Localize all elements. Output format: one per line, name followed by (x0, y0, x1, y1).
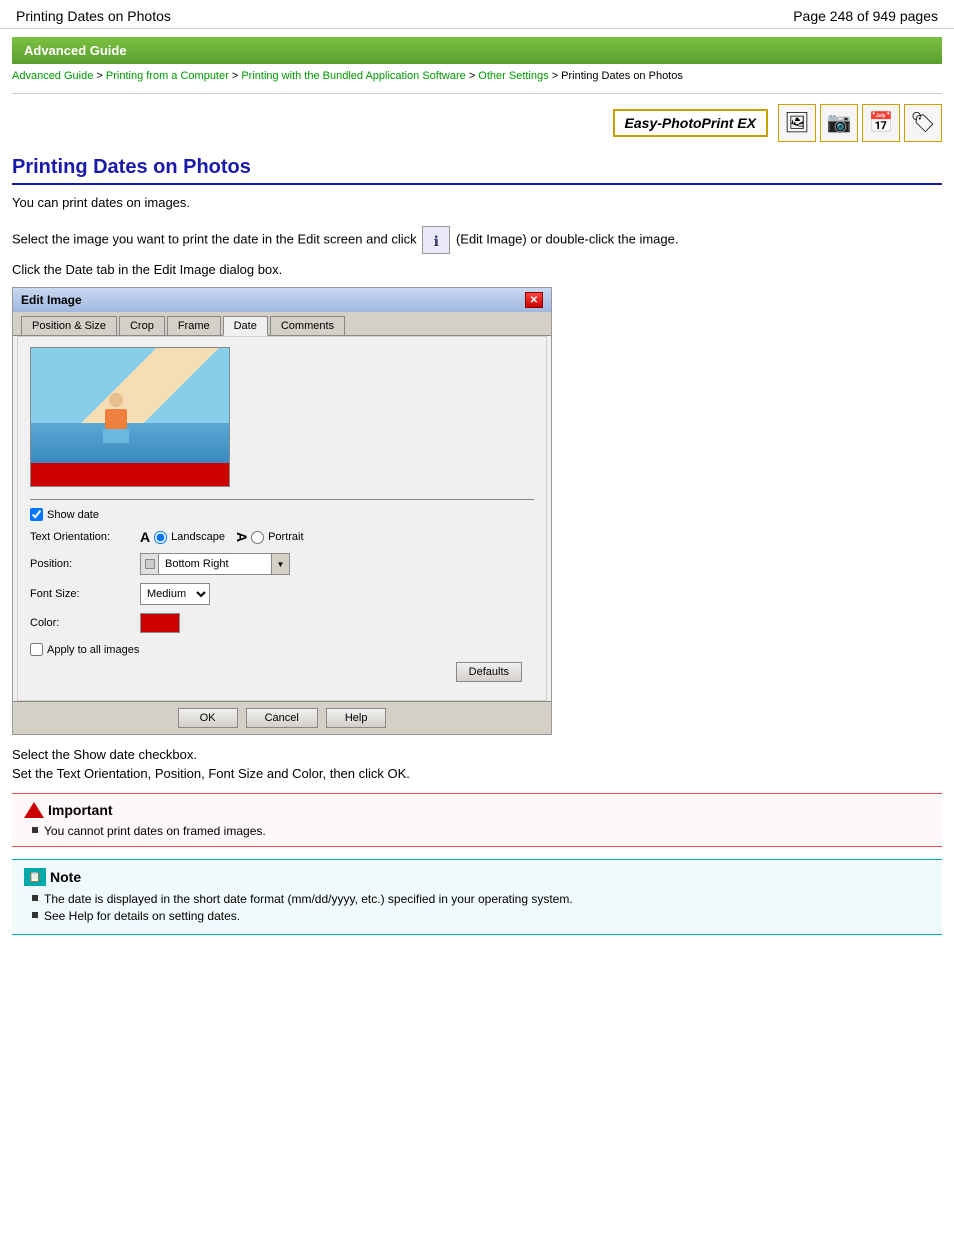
note-item-2: See Help for details on setting dates. (24, 909, 930, 923)
cancel-button[interactable]: Cancel (246, 708, 318, 728)
note-bullet-1 (32, 895, 38, 901)
landscape-radio[interactable] (154, 531, 167, 544)
advanced-guide-banner: Advanced Guide (12, 37, 942, 64)
dialog-tabs: Position & Size Crop Frame Date Comments (13, 312, 551, 336)
edit-image-icon (422, 226, 450, 254)
tab-crop[interactable]: Crop (119, 316, 165, 335)
portrait-label: Portrait (268, 531, 303, 543)
ok-button[interactable]: OK (178, 708, 238, 728)
show-date-row: Show date (30, 508, 534, 521)
note-header: 📋 Note (24, 868, 930, 886)
apply-all-label[interactable]: Apply to all images (47, 644, 139, 656)
dialog-separator (30, 499, 534, 500)
app-name-box: Easy-PhotoPrint EX (613, 109, 768, 137)
tab-comments[interactable]: Comments (270, 316, 345, 335)
breadcrumb-bundled-software[interactable]: Printing with the Bundled Application So… (241, 70, 465, 82)
app-icon-3: 📅 (862, 104, 900, 142)
breadcrumb-current: Printing Dates on Photos (561, 70, 683, 82)
breadcrumb-advanced-guide[interactable]: Advanced Guide (12, 70, 93, 82)
photo-image (31, 348, 229, 463)
important-title: Important (48, 802, 113, 818)
note-text-2: See Help for details on setting dates. (44, 909, 240, 923)
header-divider (12, 93, 942, 94)
intro-paragraph: You can print dates on images. (12, 195, 942, 210)
dialog-close-button[interactable]: ✕ (525, 292, 543, 308)
note-box: 📋 Note The date is displayed in the shor… (12, 859, 942, 935)
color-label: Color: (30, 617, 140, 629)
important-bullet (32, 827, 38, 833)
landscape-a-icon: A (140, 529, 150, 545)
page-title-header: Printing Dates on Photos (16, 8, 171, 24)
important-item-1: You cannot print dates on framed images. (24, 824, 930, 838)
position-dropdown[interactable]: Bottom Right ▼ (140, 553, 290, 575)
note-text-1: The date is displayed in the short date … (44, 892, 573, 906)
app-icon-4: 🏷 (904, 104, 942, 142)
page-header: Printing Dates on Photos Page 248 of 949… (0, 0, 954, 29)
defaults-button[interactable]: Defaults (456, 662, 522, 682)
breadcrumb-printing-from[interactable]: Printing from a Computer (106, 70, 229, 82)
tab-position-size[interactable]: Position & Size (21, 316, 117, 335)
page-main-title: Printing Dates on Photos (12, 156, 942, 185)
portrait-option: A Portrait (237, 529, 304, 545)
instruction-1: Select the image you want to print the d… (12, 226, 942, 254)
portrait-a-icon: A (234, 532, 250, 542)
tab-date[interactable]: Date (223, 316, 268, 336)
note-bullet-2 (32, 912, 38, 918)
apply-all-row: Apply to all images (30, 643, 534, 656)
show-date-label[interactable]: Show date (47, 509, 99, 521)
text-orientation-row: Text Orientation: A Landscape A Portrait (30, 529, 534, 545)
dialog-action-bar: OK Cancel Help (13, 701, 551, 734)
note-title: Note (50, 869, 81, 885)
portrait-radio[interactable] (251, 531, 264, 544)
photo-red-bar (31, 463, 229, 487)
photo-child-figure (101, 393, 131, 443)
font-size-row: Font Size: Medium (30, 583, 534, 605)
app-icon-1: 🖼 (778, 104, 816, 142)
important-header: Important (24, 802, 930, 818)
text-orientation-label: Text Orientation: (30, 531, 140, 543)
photo-preview (30, 347, 230, 487)
position-label: Position: (30, 558, 140, 570)
landscape-option: A Landscape (140, 529, 225, 545)
font-size-select[interactable]: Medium (140, 583, 210, 605)
app-icon-2: 📷 (820, 104, 858, 142)
tab-frame[interactable]: Frame (167, 316, 221, 335)
breadcrumb: Advanced Guide > Printing from a Compute… (0, 64, 954, 89)
apply-all-checkbox[interactable] (30, 643, 43, 656)
post-instruction-1: Select the Show date checkbox. (12, 747, 942, 762)
main-content: Printing Dates on Photos You can print d… (0, 148, 954, 960)
edit-image-dialog: Edit Image ✕ Position & Size Crop Frame … (12, 287, 552, 735)
page-count: Page 248 of 949 pages (793, 8, 938, 24)
important-text-1: You cannot print dates on framed images. (44, 824, 266, 838)
dialog-title: Edit Image (21, 293, 82, 307)
breadcrumb-other-settings[interactable]: Other Settings (478, 70, 548, 82)
position-icon (145, 559, 155, 569)
banner-text: Advanced Guide (24, 43, 127, 58)
note-icon: 📋 (24, 868, 46, 886)
orientation-radio-group: A Landscape A Portrait (140, 529, 304, 545)
important-triangle-icon (24, 802, 44, 818)
dialog-footer: Defaults (30, 656, 534, 688)
instruction-2: Click the Date tab in the Edit Image dia… (12, 260, 942, 280)
position-dropdown-arrow: ▼ (271, 554, 289, 574)
position-value: Bottom Right (159, 558, 271, 570)
important-box: Important You cannot print dates on fram… (12, 793, 942, 847)
position-row: Position: Bottom Right ▼ (30, 553, 534, 575)
landscape-label: Landscape (171, 531, 225, 543)
app-header-area: Easy-PhotoPrint EX 🖼 📷 📅 🏷 (0, 98, 954, 148)
position-icon-box (141, 554, 159, 574)
note-item-1: The date is displayed in the short date … (24, 892, 930, 906)
help-button[interactable]: Help (326, 708, 387, 728)
font-size-label: Font Size: (30, 588, 140, 600)
show-date-checkbox[interactable] (30, 508, 43, 521)
dialog-titlebar: Edit Image ✕ (13, 288, 551, 312)
post-instruction-2: Set the Text Orientation, Position, Font… (12, 766, 942, 781)
dialog-body: Show date Text Orientation: A Landscape … (17, 336, 547, 701)
color-swatch[interactable] (140, 613, 180, 633)
color-row: Color: (30, 613, 534, 633)
